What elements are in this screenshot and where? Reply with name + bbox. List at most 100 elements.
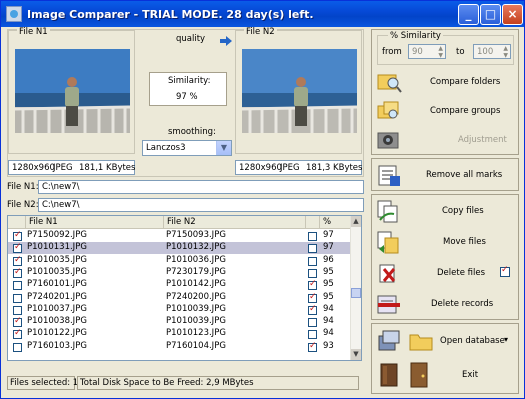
header-file2[interactable]: File N2 — [164, 216, 306, 229]
row-file1-name: P7160101.JPG — [27, 279, 87, 290]
header-check-1[interactable] — [8, 216, 26, 229]
delete-icon — [379, 264, 396, 283]
row-file1-name: P1010131.JPG — [27, 242, 87, 253]
delete-records-button[interactable]: Delete records — [376, 290, 516, 318]
table-row[interactable]: P7160101.JPG P1010142.JPG 95 — [8, 279, 351, 291]
row-checkbox-file1[interactable] — [13, 255, 22, 266]
to-spinner[interactable]: 100 ▲ ▼ — [473, 44, 511, 59]
row-checkbox-file1[interactable] — [13, 267, 22, 278]
compare-folders-button[interactable]: Compare folders — [376, 68, 516, 96]
row-checkbox-file1[interactable] — [13, 316, 22, 328]
row-checkbox-file2[interactable] — [308, 318, 317, 328]
row-file1-name: P7240201.JPG — [27, 291, 87, 302]
scroll-down-icon[interactable]: ▼ — [351, 349, 361, 360]
row-file1-name: P7160103.JPG — [27, 340, 87, 351]
maximize-button[interactable]: □ — [480, 4, 501, 25]
book-icon — [380, 363, 398, 387]
smoothing-select[interactable]: Lanczos3 ▼ — [142, 140, 232, 156]
copy-files-button[interactable]: Copy files — [376, 197, 516, 225]
delete-files-checkbox[interactable] — [500, 265, 510, 277]
adjustment-button[interactable]: Adjustment — [376, 126, 516, 154]
close-button[interactable]: × — [502, 4, 523, 25]
row-checkbox-file2[interactable] — [308, 232, 317, 241]
title-bar[interactable]: Image Comparer - TRIAL MODE. 28 day(s) l… — [1, 1, 524, 27]
remove-all-marks-label: Remove all marks — [426, 170, 503, 180]
file1-dims: 1280x960 — [12, 163, 55, 173]
quality-label: quality — [176, 34, 206, 44]
delete-files-button[interactable]: Delete files — [376, 259, 516, 287]
file1-info: 1280x960 JPEG 181,1 KBytes — [8, 160, 135, 175]
table-row[interactable]: P7160103.JPG P7160104.JPG 93 — [8, 341, 351, 353]
compare-groups-label: Compare groups — [430, 106, 501, 116]
file2-info: 1280x960 JPEG 181,3 KBytes — [235, 160, 362, 175]
file2-dims: 1280x960 — [239, 163, 282, 173]
header-percent[interactable]: % — [320, 216, 351, 229]
row-checkbox-file2[interactable] — [308, 279, 317, 291]
path1-value: C:\new7\ — [42, 182, 80, 192]
table-row[interactable]: P1010035.JPG P7230179.JPG 95 — [8, 267, 351, 279]
path1-field[interactable]: C:\new7\ — [38, 180, 364, 194]
folder-search-icon — [377, 74, 402, 93]
row-file1-name: P1010122.JPG — [27, 328, 87, 339]
remove-all-marks-button[interactable]: Remove all marks — [376, 161, 516, 189]
row-checkbox-file1[interactable] — [13, 281, 22, 291]
to-spin-arrows-icon[interactable]: ▲ ▼ — [503, 45, 508, 59]
row-checkbox-file1[interactable] — [13, 342, 22, 352]
row-checkbox-file2[interactable] — [308, 256, 317, 266]
row-checkbox-file2[interactable] — [308, 244, 317, 254]
scroll-thumb[interactable] — [351, 288, 361, 298]
row-file2-name: P1010039.JPG — [166, 316, 226, 327]
header-check-2[interactable] — [306, 216, 320, 229]
table-row[interactable]: P1010131.JPG P1010132.JPG 97 — [8, 242, 351, 255]
row-checkbox-file2[interactable] — [308, 268, 317, 278]
from-spin-arrows-icon[interactable]: ▲ ▼ — [438, 45, 443, 59]
header-file1[interactable]: File N1 — [26, 216, 164, 229]
open-database-chevron-icon[interactable]: ▾ — [504, 335, 508, 344]
action-panel-top: % Similarity from 90 ▲ ▼ to 100 ▲ ▼ Compar… — [371, 29, 519, 155]
path1-label: File N1: — [7, 182, 39, 192]
app-icon — [6, 6, 22, 22]
scroll-up-icon[interactable]: ▲ — [351, 216, 361, 227]
row-checkbox-file2[interactable] — [308, 292, 317, 303]
move-files-button[interactable]: Move files — [376, 228, 516, 256]
file2-preview-image[interactable] — [242, 49, 357, 133]
table-row[interactable]: P1010037.JPG P1010039.JPG 94 — [8, 304, 351, 316]
table-row[interactable]: P7240201.JPG P7240200.JPG 95 — [8, 292, 351, 304]
smoothing-value: Lanczos3 — [146, 143, 186, 153]
row-checkbox-file1[interactable] — [13, 293, 22, 303]
row-checkbox-file1[interactable] — [13, 328, 22, 340]
row-checkbox-file2[interactable] — [308, 304, 317, 315]
status-files-selected: Files selected: 17 — [7, 376, 84, 390]
table-row[interactable]: P7150092.JPG P7150093.JPG 97 — [8, 230, 351, 242]
row-percent: 95 — [323, 279, 334, 290]
remove-marks-icon — [378, 165, 400, 186]
path2-field[interactable]: C:\new7\ — [38, 198, 364, 212]
window-title: Image Comparer - TRIAL MODE. 28 day(s) l… — [27, 7, 314, 21]
from-spinner[interactable]: 90 ▲ ▼ — [408, 44, 446, 59]
table-row[interactable]: P1010038.JPG P1010039.JPG 94 — [8, 316, 351, 328]
similarity-box: Similarity: 97 % — [149, 72, 227, 106]
remove-marks-panel: Remove all marks — [371, 158, 519, 191]
table-row[interactable]: P1010122.JPG P1010123.JPG 94 — [8, 328, 351, 340]
arrow-right-icon[interactable] — [220, 36, 232, 46]
exit-button[interactable]: Exit — [376, 360, 516, 390]
minimize-button[interactable]: _ — [458, 4, 479, 25]
path2-label: File N2: — [7, 200, 39, 210]
table-scrollbar[interactable]: ▲ ▼ — [350, 216, 361, 360]
file2-group: File N2 — [235, 27, 362, 154]
compare-groups-button[interactable]: Compare groups — [376, 97, 516, 125]
row-checkbox-file1[interactable] — [13, 230, 22, 241]
chevron-down-icon[interactable]: ▼ — [216, 141, 231, 155]
compare-folders-label: Compare folders — [430, 77, 501, 87]
row-percent: 94 — [323, 303, 334, 314]
row-percent: 95 — [323, 266, 334, 277]
open-database-button[interactable]: Open database ▾ — [376, 326, 516, 356]
table-row[interactable]: P1010035.JPG P1010036.JPG 96 — [8, 255, 351, 267]
row-checkbox-file1[interactable] — [13, 242, 22, 254]
file1-preview-image[interactable] — [15, 49, 130, 133]
from-label: from — [382, 47, 402, 57]
row-checkbox-file2[interactable] — [308, 341, 317, 352]
row-checkbox-file1[interactable] — [13, 305, 22, 315]
results-table[interactable]: File N1 File N2 % P7150092.JPG P7150093.J… — [7, 215, 362, 361]
row-checkbox-file2[interactable] — [308, 330, 317, 340]
